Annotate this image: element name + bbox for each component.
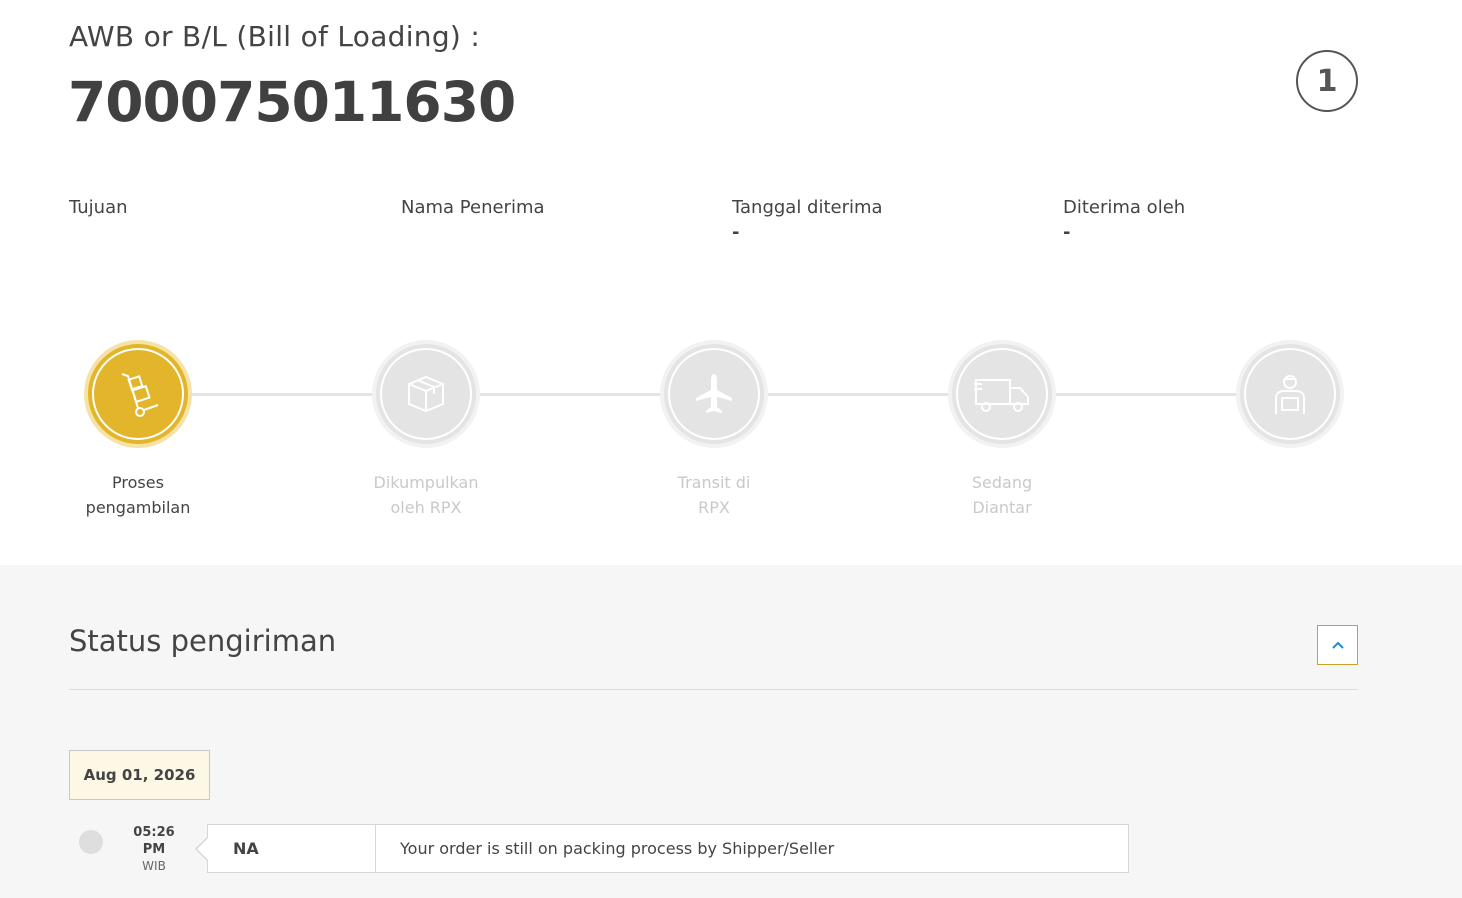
track-connector (766, 393, 951, 396)
event-time-ampm: PM (142, 842, 166, 857)
step-pickup: Proses pengambilan (68, 340, 208, 520)
awb-number: 700075011630 (68, 70, 516, 134)
info-destination: Tujuan (69, 197, 128, 222)
courier-icon (1275, 375, 1305, 414)
shipment-header: AWB or B/L (Bill of Loading) : 700075011… (0, 0, 1462, 565)
event-row: NA Your order is still on packing proces… (207, 824, 1129, 873)
divider (69, 689, 1358, 690)
info-received-date: Tanggal diterima - (732, 197, 883, 243)
step-delivering: Sedang Diantar (932, 340, 1072, 520)
event-location: NA (208, 825, 376, 872)
status-section: Status pengiriman Aug 01, 2026 05:26 PM … (0, 565, 1462, 898)
event-pointer-fill (197, 837, 209, 861)
track-connector (1054, 393, 1239, 396)
step-label: Transit di RPX (677, 473, 751, 517)
event-time: 05:26 PM WIB (124, 824, 184, 874)
info-received-by: Diterima oleh - (1063, 197, 1185, 243)
timeline-dot (79, 830, 103, 854)
step-collected: Dikumpulkan oleh RPX (356, 340, 496, 520)
step-label: Dikumpulkan oleh RPX (373, 473, 479, 517)
info-label: Nama Penerima (401, 197, 545, 218)
collapse-button[interactable] (1317, 625, 1358, 665)
event-description: Your order is still on packing process b… (400, 839, 835, 858)
chevron-up-icon (1331, 641, 1344, 649)
step-delivered (1220, 340, 1360, 470)
progress-tracker: Proses pengambilan Dikumpulkan oleh RPX (0, 340, 1462, 530)
step-label: Proses pengambilan (85, 473, 191, 517)
info-recipient-name: Nama Penerima (401, 197, 545, 222)
step-circle (660, 340, 768, 448)
step-circle (948, 340, 1056, 448)
step-circle (1236, 340, 1344, 448)
track-connector (190, 393, 375, 396)
airplane-icon (696, 374, 732, 413)
status-title: Status pengiriman (69, 624, 337, 658)
info-value: - (732, 222, 740, 243)
delivery-truck-icon (974, 379, 1029, 412)
info-label: Tanggal diterima (732, 197, 883, 218)
package-box-icon (408, 375, 444, 413)
track-connector (478, 393, 663, 396)
info-value: - (1063, 222, 1071, 243)
date-badge: Aug 01, 2026 (69, 750, 210, 800)
shipment-count-badge: 1 (1296, 50, 1358, 112)
step-label: Sedang Diantar (971, 473, 1033, 517)
event-time-clock: 05:26 (133, 825, 175, 840)
info-label: Tujuan (69, 197, 128, 218)
event-time-zone: WIB (142, 859, 166, 873)
info-label: Diterima oleh (1063, 197, 1186, 218)
step-circle (84, 340, 192, 448)
awb-label: AWB or B/L (Bill of Loading) : (69, 20, 481, 53)
hand-truck-icon (121, 373, 159, 417)
step-transit: Transit di RPX (644, 340, 784, 520)
step-circle (372, 340, 480, 448)
